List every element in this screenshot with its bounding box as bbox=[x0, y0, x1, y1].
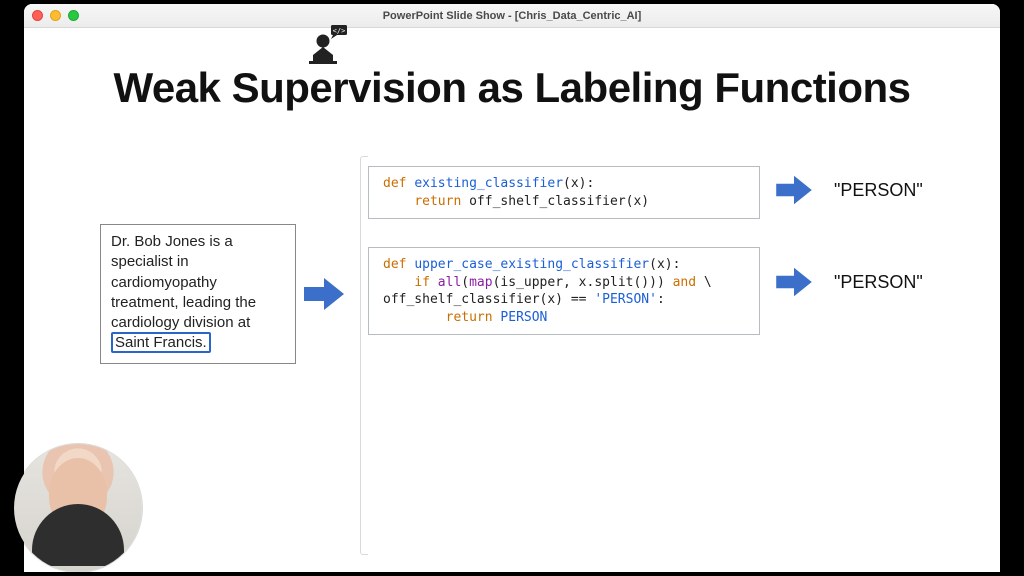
output-row-2: "PERSON" bbox=[768, 266, 923, 298]
svg-text:</>: </> bbox=[333, 27, 346, 35]
minimize-icon[interactable] bbox=[50, 10, 61, 21]
window-title: PowerPoint Slide Show - [Chris_Data_Cent… bbox=[24, 10, 1000, 22]
output-label-2: "PERSON" bbox=[834, 272, 923, 293]
code-box-2: def upper_case_existing_classifier(x): i… bbox=[368, 247, 760, 335]
titlebar: PowerPoint Slide Show - [Chris_Data_Cent… bbox=[24, 4, 1000, 28]
grouping-bracket bbox=[360, 156, 368, 555]
app-window: PowerPoint Slide Show - [Chris_Data_Cent… bbox=[24, 4, 1000, 572]
output-row-1: "PERSON" bbox=[768, 174, 923, 206]
output-column: "PERSON" "PERSON" bbox=[768, 174, 923, 298]
slide-title: Weak Supervision as Labeling Functions bbox=[24, 64, 1000, 112]
slide-canvas: Weak Supervision as Labeling Functions <… bbox=[24, 28, 1000, 572]
arrow-icon bbox=[774, 266, 814, 298]
example-text-box: Dr. Bob Jones is a specialist in cardiom… bbox=[100, 224, 296, 364]
code-column: def existing_classifier(x): return off_s… bbox=[368, 166, 760, 335]
arrow-icon bbox=[774, 174, 814, 206]
code-box-1: def existing_classifier(x): return off_s… bbox=[368, 166, 760, 219]
window-controls bbox=[32, 10, 79, 21]
example-text: Dr. Bob Jones is a specialist in cardiom… bbox=[111, 233, 256, 331]
output-label-1: "PERSON" bbox=[834, 180, 923, 201]
highlighted-entity: Saint Francis. bbox=[111, 332, 211, 353]
arrow-icon bbox=[302, 276, 346, 312]
presenter-webcam bbox=[14, 444, 142, 572]
zoom-icon[interactable] bbox=[68, 10, 79, 21]
close-icon[interactable] bbox=[32, 10, 43, 21]
slide-content: Dr. Bob Jones is a specialist in cardiom… bbox=[100, 166, 960, 364]
developer-icon: </> bbox=[307, 25, 351, 70]
